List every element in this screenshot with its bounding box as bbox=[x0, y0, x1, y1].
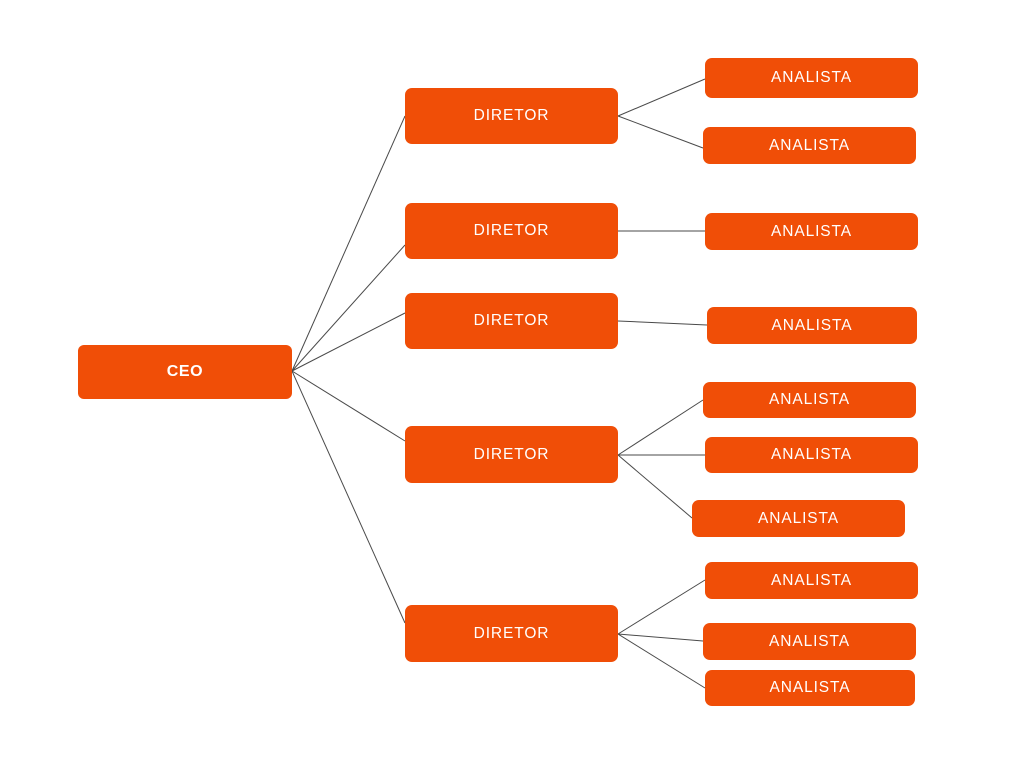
node-analista-3[interactable]: ANALISTA bbox=[705, 213, 918, 250]
node-label-diretor-5: DIRETOR bbox=[473, 624, 550, 642]
node-diretor-5[interactable]: DIRETOR bbox=[405, 605, 618, 662]
node-label-diretor-3: DIRETOR bbox=[473, 312, 550, 329]
node-label-analista-4: ANALISTA bbox=[771, 316, 853, 334]
node-analista-2[interactable]: ANALISTA bbox=[703, 127, 916, 164]
connector-diretor-1-to-analista-2 bbox=[617, 115, 704, 149]
node-label-analista-1: ANALISTA bbox=[771, 69, 852, 86]
node-label-ceo: CEO bbox=[166, 363, 204, 380]
node-label-diretor-4: DIRETOR bbox=[473, 445, 550, 463]
connector-ceo-to-diretor-3 bbox=[291, 312, 406, 372]
connector-diretor-5-to-analista-10 bbox=[617, 633, 706, 689]
node-label-analista-9: ANALISTA bbox=[769, 632, 850, 650]
node-diretor-3[interactable]: DIRETOR bbox=[405, 293, 618, 349]
node-analista-10[interactable]: ANALISTA bbox=[705, 670, 915, 706]
node-label-analista-10: ANALISTA bbox=[769, 679, 851, 696]
node-analista-8[interactable]: ANALISTA bbox=[705, 562, 918, 599]
node-label-analista-8: ANALISTA bbox=[771, 571, 852, 589]
node-analista-4[interactable]: ANALISTA bbox=[707, 307, 917, 344]
node-ceo[interactable]: CEO bbox=[78, 345, 292, 399]
connector-ceo-to-diretor-2 bbox=[291, 244, 406, 372]
connector-ceo-to-diretor-1 bbox=[291, 115, 406, 372]
node-label-diretor-1: DIRETOR bbox=[473, 107, 550, 124]
connector-diretor-5-to-analista-8 bbox=[617, 579, 706, 635]
node-label-analista-2: ANALISTA bbox=[769, 136, 850, 154]
node-label-analista-5: ANALISTA bbox=[769, 391, 850, 408]
node-diretor-1[interactable]: DIRETOR bbox=[405, 88, 618, 144]
connector-ceo-to-diretor-5 bbox=[291, 370, 406, 624]
node-analista-5[interactable]: ANALISTA bbox=[703, 382, 916, 418]
org-chart-canvas: CEO DIRETOR DIRETOR DIRETOR DIRETOR DIRETOR AN… bbox=[0, 0, 1024, 768]
connector-diretor-4-to-analista-5 bbox=[617, 399, 704, 456]
connector-diretor-4-to-analista-7 bbox=[617, 454, 693, 519]
connector-diretor-3-to-analista-4 bbox=[617, 320, 708, 326]
connector-ceo-to-diretor-4 bbox=[291, 370, 406, 442]
node-label-diretor-2: DIRETOR bbox=[473, 222, 550, 239]
node-label-analista-7: ANALISTA bbox=[758, 509, 839, 527]
node-diretor-2[interactable]: DIRETOR bbox=[405, 203, 618, 259]
node-label-analista-3: ANALISTA bbox=[771, 222, 852, 240]
connector-diretor-1-to-analista-1 bbox=[617, 78, 706, 117]
node-analista-1[interactable]: ANALISTA bbox=[705, 58, 918, 98]
node-analista-7[interactable]: ANALISTA bbox=[692, 500, 905, 537]
node-diretor-4[interactable]: DIRETOR bbox=[405, 426, 618, 483]
node-analista-9[interactable]: ANALISTA bbox=[703, 623, 916, 660]
connector-diretor-5-to-analista-9 bbox=[617, 633, 704, 642]
node-analista-6[interactable]: ANALISTA bbox=[705, 437, 918, 473]
node-label-analista-6: ANALISTA bbox=[771, 446, 852, 463]
